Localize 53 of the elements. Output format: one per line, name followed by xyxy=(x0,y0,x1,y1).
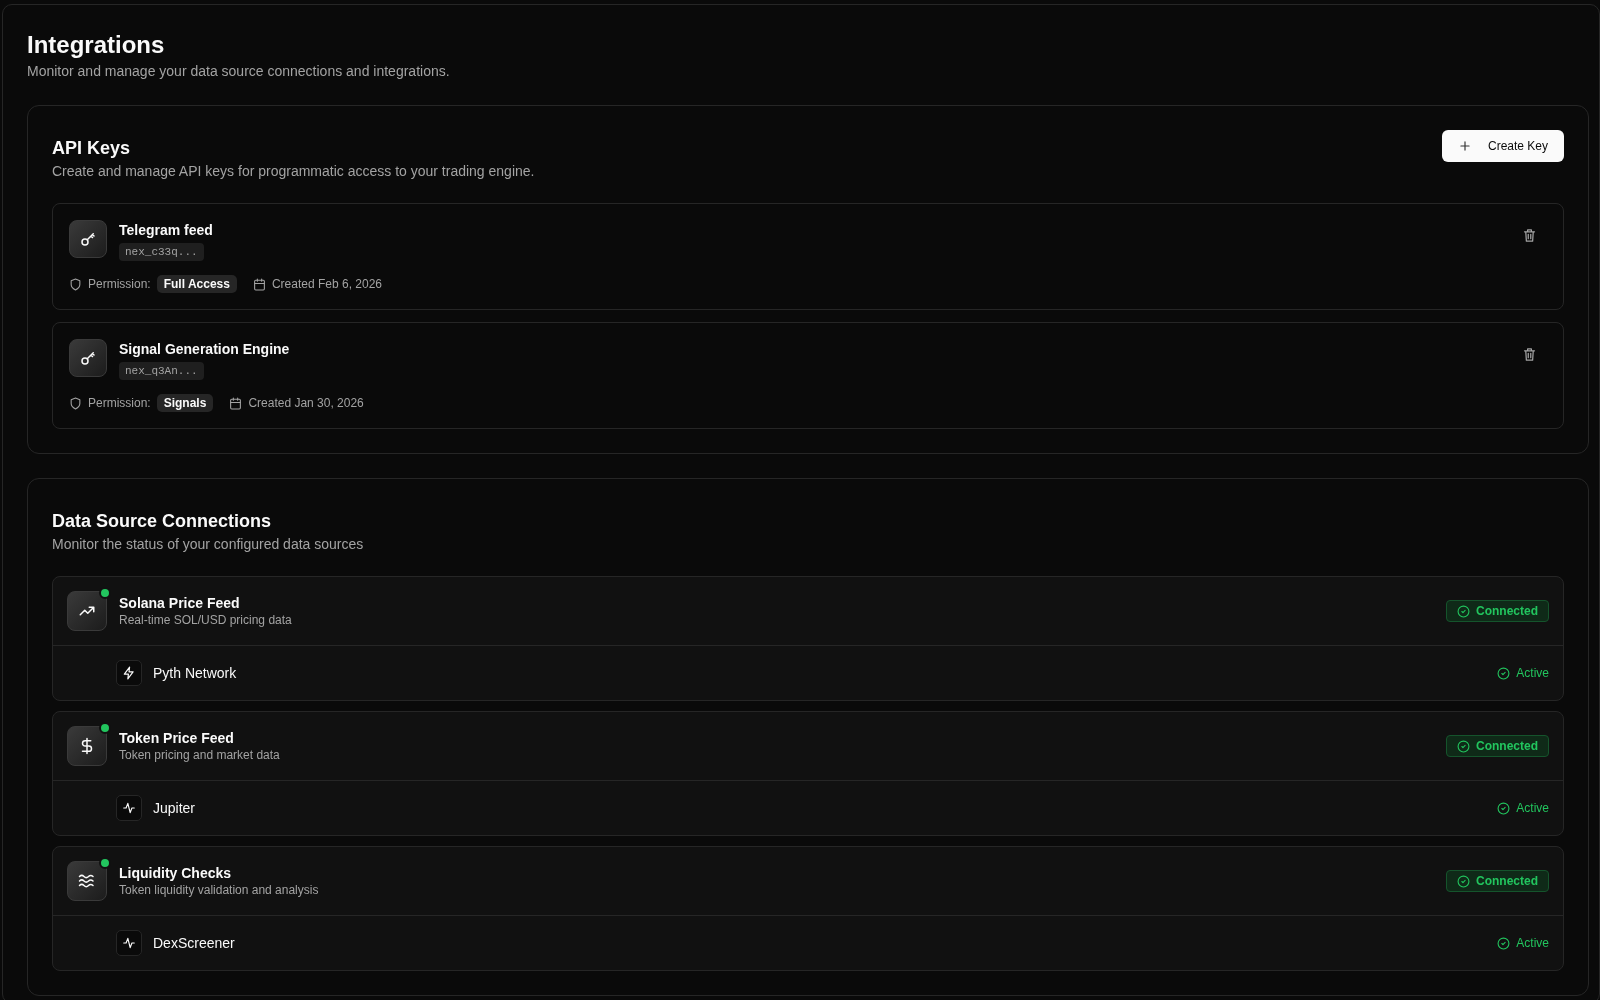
plus-icon xyxy=(1457,139,1472,153)
calendar-icon xyxy=(229,396,243,410)
active-status: Active xyxy=(1497,666,1549,680)
connected-badge: Connected xyxy=(1446,600,1549,622)
trash-icon xyxy=(1522,347,1537,362)
connected-badge: Connected xyxy=(1446,870,1549,892)
permission-label: Permission: xyxy=(88,396,151,410)
key-icon xyxy=(79,230,97,248)
delete-button[interactable] xyxy=(1522,347,1537,362)
section-title: Data Source Connections xyxy=(52,511,273,532)
shield-icon xyxy=(69,396,82,410)
provider-name: Jupiter xyxy=(153,800,197,816)
key-name: Telegram feed xyxy=(119,222,213,238)
shield-icon xyxy=(69,277,82,291)
created-date: Created Jan 30, 2026 xyxy=(248,396,364,410)
check-circle-icon xyxy=(1497,936,1511,950)
source-description: Token liquidity validation and analysis xyxy=(119,883,320,897)
provider-name: DexScreener xyxy=(153,935,236,951)
section-title: API Keys xyxy=(52,138,132,159)
trash-icon xyxy=(1522,228,1537,243)
source-name: Liquidity Checks xyxy=(119,865,233,881)
permission-tag: Full Access xyxy=(156,275,237,293)
calendar-icon xyxy=(252,277,266,291)
create-key-button[interactable]: Create Key xyxy=(1441,130,1564,162)
key-code: nex_q3An... xyxy=(119,362,204,380)
delete-button[interactable] xyxy=(1522,228,1537,243)
pulse-icon xyxy=(122,801,136,815)
check-circle-icon xyxy=(1497,801,1511,815)
permission-tag: Signals xyxy=(156,394,214,412)
lightning-icon xyxy=(122,666,136,680)
permission-label: Permission: xyxy=(88,277,151,291)
provider-name: Pyth Network xyxy=(153,665,238,681)
active-status: Active xyxy=(1497,936,1549,950)
check-circle-icon xyxy=(1457,874,1470,888)
key-icon xyxy=(79,349,97,367)
pulse-icon xyxy=(122,936,136,950)
source-name: Token Price Feed xyxy=(119,730,235,746)
active-status: Active xyxy=(1497,801,1549,815)
key-name: Signal Generation Engine xyxy=(119,341,290,357)
page-subtitle: Monitor and manage your data source connections and integrations. xyxy=(27,63,451,79)
waves-icon xyxy=(78,872,96,890)
source-description: Real-time SOL/USD pricing data xyxy=(119,613,293,627)
source-name: Solana Price Feed xyxy=(119,595,241,611)
page-title: Integrations xyxy=(27,31,166,59)
section-subtitle: Monitor the status of your configured data sources xyxy=(52,536,364,552)
check-circle-icon xyxy=(1497,666,1511,680)
source-description: Token pricing and market data xyxy=(119,748,281,762)
section-subtitle: Create and manage API keys for programmatic access to your trading engine. xyxy=(52,163,535,179)
check-circle-icon xyxy=(1457,739,1470,753)
created-date: Created Feb 6, 2026 xyxy=(271,277,383,291)
key-code: nex_c33q... xyxy=(119,243,204,261)
check-circle-icon xyxy=(1457,604,1470,618)
connected-badge: Connected xyxy=(1446,735,1549,757)
